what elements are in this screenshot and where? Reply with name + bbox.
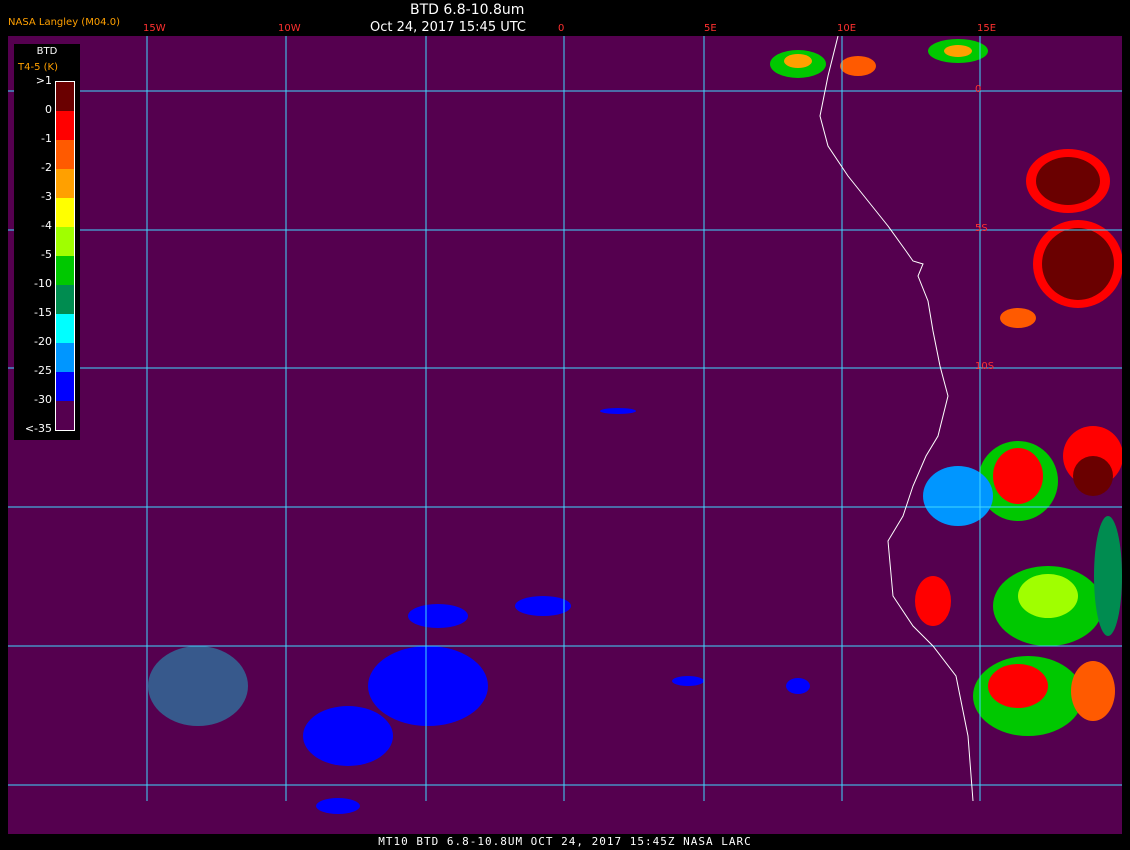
cloud-patch: [840, 56, 876, 76]
color-legend: BTD T4-5 (K) >1 0 -1 -2 -3 -4 -5 -10 -15 -20 -25 -3…: [14, 44, 80, 440]
legend-tick: -25: [34, 364, 52, 377]
datetime-label: Oct 24, 2017 15:45 UTC: [370, 20, 526, 35]
legend-tick: -2: [41, 161, 52, 174]
lat-label-5s: 5S: [975, 223, 988, 234]
lon-label-5e: 5E: [704, 23, 717, 34]
cloud-patch: [1073, 456, 1113, 496]
legend-border: [55, 81, 75, 431]
lat-label-10s: 10S: [975, 361, 995, 372]
satellite-map: [8, 35, 1123, 834]
cloud-patch: [1042, 228, 1114, 300]
ocean-patch: [316, 798, 360, 814]
ocean-patch: [515, 596, 571, 616]
lon-label-15e: 15E: [977, 23, 997, 34]
product-title: BTD 6.8-10.8um: [410, 2, 525, 18]
ocean-patch: [408, 604, 468, 628]
satellite-image-viewer: BTD 6.8-10.8um Oct 24, 2017 15:45 UTC NA…: [0, 0, 1130, 850]
legend-tick: -15: [34, 306, 52, 319]
legend-tick: -4: [41, 219, 52, 232]
legend-tick: >1: [35, 74, 52, 87]
cloud-patch: [1071, 661, 1115, 721]
cloud-patch: [784, 54, 812, 68]
lon-label-15w: 15W: [143, 23, 166, 34]
cloud-patch: [1018, 574, 1078, 618]
footer-caption: MT10 BTD 6.8-10.8UM OCT 24, 2017 15:45Z …: [378, 835, 752, 848]
cloud-patch: [988, 664, 1048, 708]
legend-tick: 0: [45, 103, 52, 116]
ocean-patch: [786, 678, 810, 694]
cloud-patch: [1036, 157, 1100, 205]
lon-label-10w: 10W: [278, 23, 301, 34]
legend-title: BTD: [36, 46, 58, 57]
legend-tick: -3: [41, 190, 52, 203]
cloud-patch: [944, 45, 972, 57]
legend-tick: -1: [41, 132, 52, 145]
cloud-patch: [915, 576, 951, 626]
coastline: [819, 35, 974, 802]
lon-label-0: 0: [558, 23, 565, 34]
ocean-patches: [148, 408, 993, 814]
lon-label-10e: 10E: [837, 23, 857, 34]
legend-tick: -20: [34, 335, 52, 348]
cloud-patch: [1000, 308, 1036, 328]
ocean-patch: [672, 676, 704, 686]
legend-tick: -5: [41, 248, 52, 261]
cloud-patch: [1094, 516, 1122, 636]
lat-label-0: 0: [975, 84, 982, 95]
ocean-patch: [368, 646, 488, 726]
map-svg: [8, 35, 1123, 814]
legend-tick: -30: [34, 393, 52, 406]
org-label: NASA Langley (M04.0): [8, 17, 120, 28]
ocean-patch: [923, 466, 993, 526]
legend-tick: -10: [34, 277, 52, 290]
ocean-patch: [303, 706, 393, 766]
ocean-patch: [600, 408, 636, 414]
legend-subtitle: T4-5 (K): [18, 62, 58, 73]
legend-tick: <-35: [24, 422, 52, 435]
cloud-patch: [993, 448, 1043, 504]
ocean-patch: [148, 646, 248, 726]
